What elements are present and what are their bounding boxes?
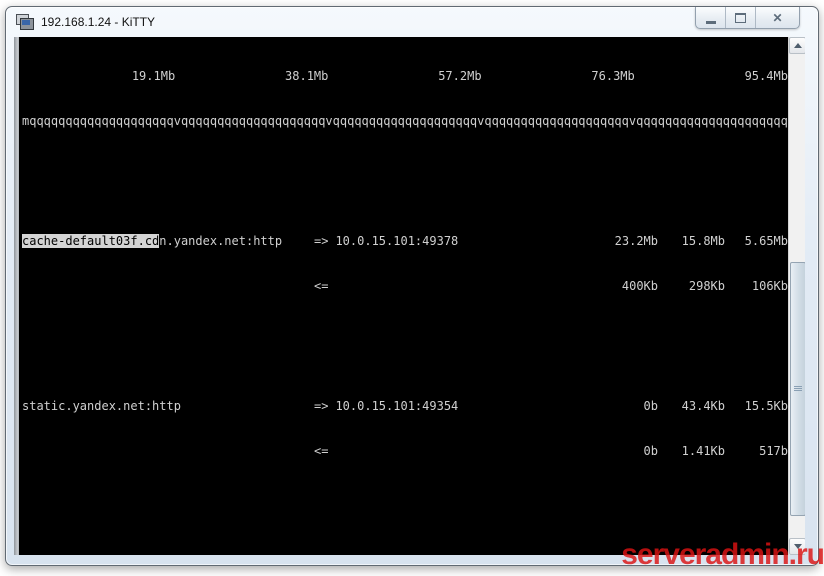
- rx-rate-10s: 1.41Kb: [658, 444, 725, 459]
- source-host: static.yandex.net:http: [22, 399, 314, 414]
- watermark: serveradmin.ru: [621, 538, 824, 572]
- rx-rate-2s: 0b: [590, 444, 658, 459]
- destination-host: =>10.0.15.101:49354: [314, 399, 590, 414]
- bandwidth-scale: 19.1Mb 38.1Mb 57.2Mb 76.3Mb 95.4Mb: [22, 69, 788, 84]
- arrow-left-icon: <=: [314, 444, 328, 458]
- maximize-icon: [735, 13, 746, 23]
- maximize-button[interactable]: [726, 7, 756, 28]
- scrollbar-thumb[interactable]: [790, 262, 805, 516]
- scrollbar-grip-icon: [794, 386, 802, 391]
- titlebar[interactable]: 192.168.1.24 - KiTTY ✕: [6, 7, 818, 36]
- iftop-output: 19.1Mb 38.1Mb 57.2Mb 76.3Mb 95.4Mb mqqqq…: [19, 37, 788, 555]
- scrollbar-up-button[interactable]: [789, 37, 805, 54]
- connection-row: static.yandex.net:http =>10.0.15.101:493…: [22, 369, 788, 489]
- minimize-button[interactable]: [696, 7, 726, 28]
- connection-rx-line: <= 400Kb 298Kb 106Kb: [22, 279, 788, 294]
- arrow-right-icon: =>: [314, 234, 328, 248]
- rx-rate-10s: 298Kb: [658, 279, 725, 294]
- tx-rate-2s: 0b: [590, 399, 658, 414]
- close-button[interactable]: ✕: [756, 7, 799, 28]
- arrow-left-icon: <=: [314, 279, 328, 293]
- tx-rate-10s: 15.8Mb: [658, 234, 725, 249]
- tx-rate-40s: 5.65Mb: [725, 234, 788, 249]
- destination-host: =>10.0.15.101:49378: [314, 234, 590, 249]
- selection-highlight: cache-default03f.cd: [22, 234, 159, 248]
- minimize-icon: [706, 18, 716, 24]
- tx-rate-10s: 43.4Kb: [658, 399, 725, 414]
- rx-rate-40s: 106Kb: [725, 279, 788, 294]
- scrollbar[interactable]: [788, 37, 805, 555]
- scale-divider-line: mqqqqqqqqqqqqqqqqqqqqvqqqqqqqqqqqqqqqqqq…: [22, 114, 788, 129]
- scale-label: 19.1Mb: [22, 69, 175, 84]
- kitty-window: 192.168.1.24 - KiTTY ✕ 19.1Mb 38.1Mb 57.…: [5, 6, 819, 566]
- scale-label: 95.4Mb: [635, 69, 788, 84]
- connection-tx-line: static.yandex.net:http =>10.0.15.101:493…: [22, 399, 788, 414]
- scale-label: 76.3Mb: [482, 69, 635, 84]
- source-host: cache-default03f.cdn.yandex.net:http: [22, 234, 314, 249]
- rx-rate-2s: 400Kb: [590, 279, 658, 294]
- arrow-up-icon: [794, 43, 802, 48]
- tx-rate-2s: 23.2Mb: [590, 234, 658, 249]
- rx-rate-40s: 517b: [725, 444, 788, 459]
- scale-label: 57.2Mb: [328, 69, 481, 84]
- connection-rx-line: <= 0b 1.41Kb 517b: [22, 444, 788, 459]
- scrollbar-track[interactable]: [789, 54, 805, 538]
- window-controls: ✕: [695, 7, 800, 29]
- close-icon: ✕: [772, 12, 782, 24]
- tx-rate-40s: 15.5Kb: [725, 399, 788, 414]
- terminal-screen[interactable]: 19.1Mb 38.1Mb 57.2Mb 76.3Mb 95.4Mb mqqqq…: [14, 37, 805, 555]
- kitty-app-icon: [16, 14, 34, 30]
- connection-list: cache-default03f.cdn.yandex.net:http =>1…: [22, 174, 788, 555]
- scale-label: 38.1Mb: [175, 69, 328, 84]
- connection-row: cache-default03f.cdn.yandex.net:http =>1…: [22, 204, 788, 324]
- arrow-right-icon: =>: [314, 399, 328, 413]
- window-title: 192.168.1.24 - KiTTY: [41, 15, 155, 29]
- connection-tx-line: cache-default03f.cdn.yandex.net:http =>1…: [22, 234, 788, 249]
